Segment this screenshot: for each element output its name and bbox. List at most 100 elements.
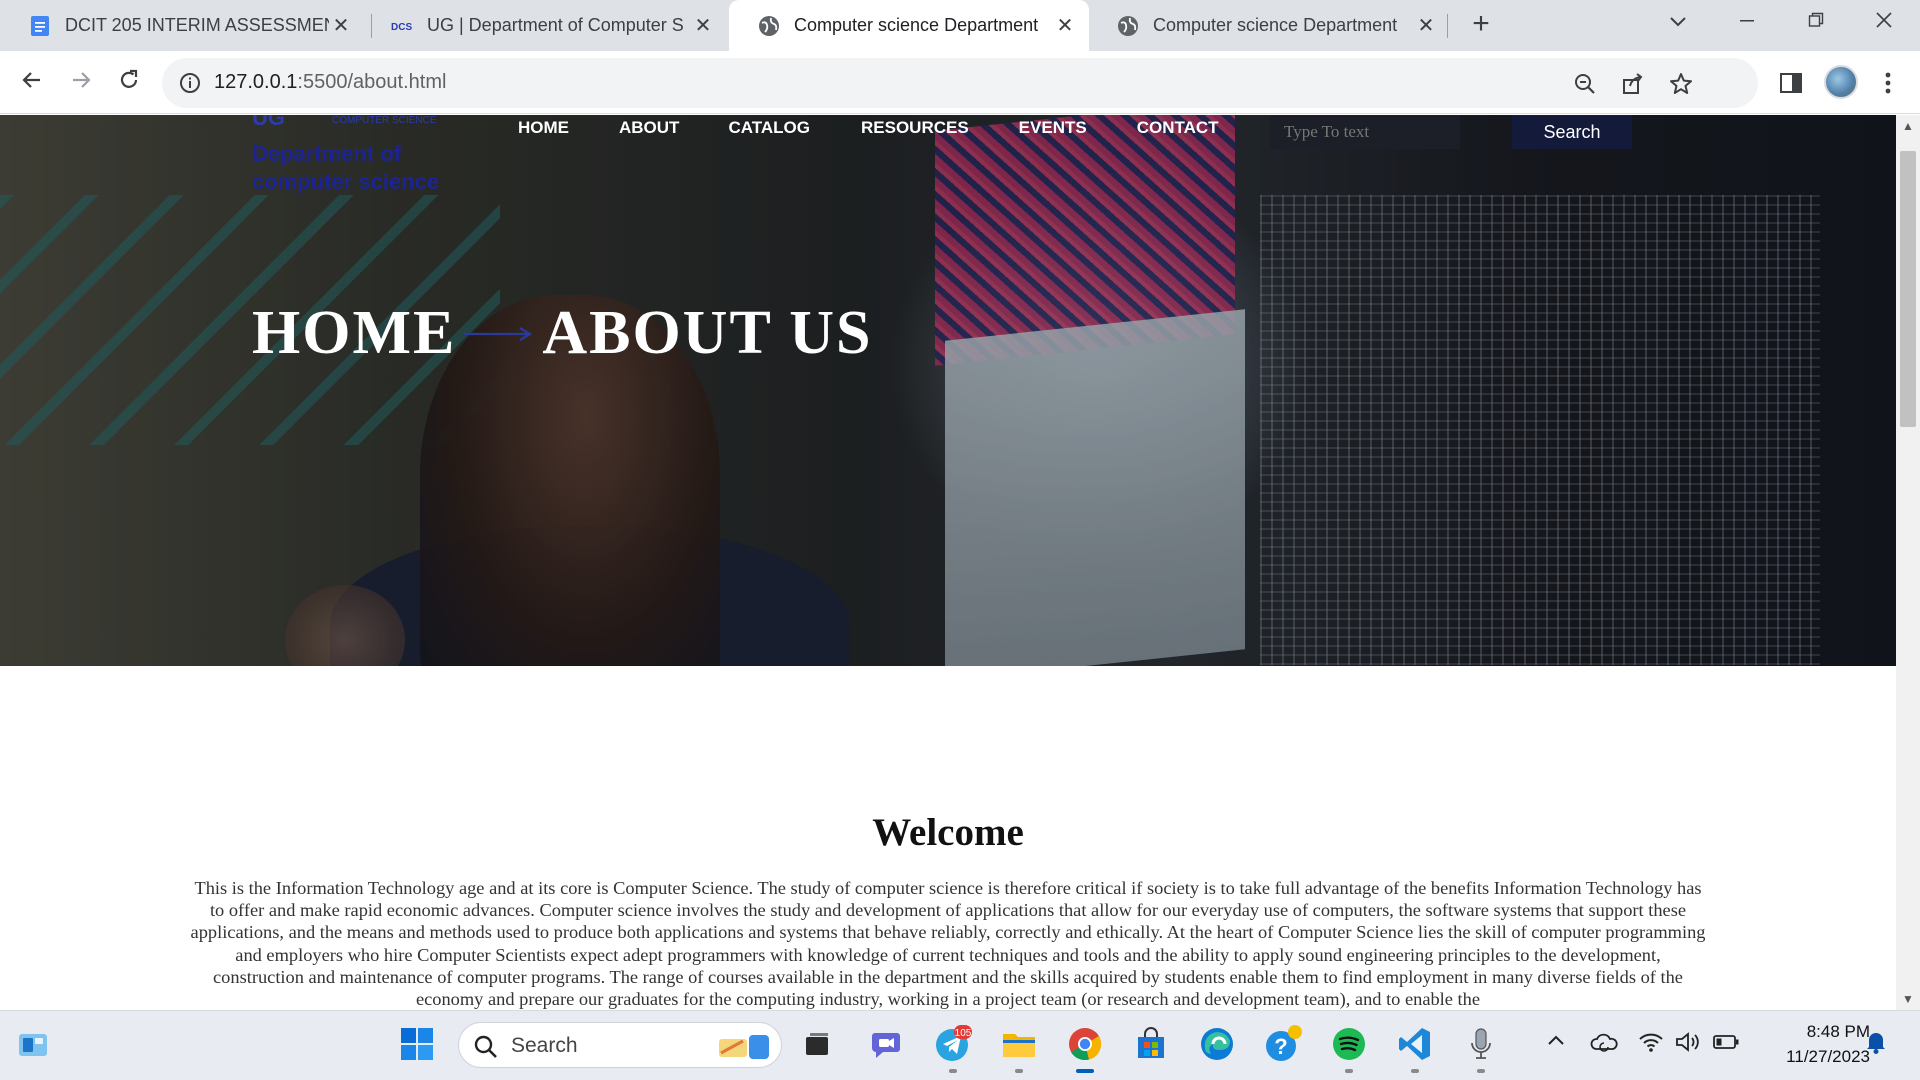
taskbar-search-label: Search: [511, 1034, 578, 1057]
telegram-badge: 105: [955, 1028, 972, 1039]
widgets-icon[interactable]: [12, 1023, 54, 1065]
breadcrumb-current: ABOUT US: [542, 299, 873, 367]
running-indicator: [1015, 1069, 1023, 1073]
tab-title: Computer science Department: [1153, 15, 1398, 35]
profile-avatar[interactable]: [1824, 65, 1858, 99]
tab-title: DCIT 205 INTERIM ASSESSMENT: [65, 15, 329, 35]
main-nav: HOME ABOUT CATALOG RESOURCES EVENTS CONT…: [518, 115, 1219, 143]
scrollbar-thumb[interactable]: [1900, 151, 1916, 427]
reload-icon: [120, 69, 138, 88]
site-search-input[interactable]: [1270, 115, 1460, 149]
browser-toolbar: 127.0.0.1:5500/about.html: [0, 51, 1920, 114]
help-icon[interactable]: ?: [1262, 1023, 1304, 1065]
notification-bell-icon[interactable]: [1864, 1029, 1888, 1061]
logo-department-name: Department of computer science: [252, 141, 440, 194]
microphone-icon[interactable]: [1460, 1023, 1502, 1073]
chevron-up-icon[interactable]: [1546, 1031, 1566, 1057]
share-icon[interactable]: [1620, 71, 1646, 97]
back-button[interactable]: [14, 65, 50, 101]
tab-search-chevron-icon[interactable]: [1650, 0, 1706, 44]
file-explorer-icon[interactable]: [998, 1023, 1040, 1073]
volume-icon[interactable]: [1674, 1031, 1702, 1059]
running-indicator: [1345, 1069, 1353, 1073]
clock-date: 11/27/2023: [1786, 1047, 1870, 1066]
welcome-heading: Welcome: [872, 811, 1024, 854]
running-indicator: [1477, 1069, 1485, 1073]
search-highlight-icon: [719, 1035, 769, 1059]
telegram-icon[interactable]: 105: [932, 1023, 974, 1073]
nav-resources[interactable]: RESOURCES: [861, 115, 969, 143]
nav-events[interactable]: EVENTS: [1019, 115, 1087, 143]
tab-divider: [1447, 14, 1448, 38]
close-window-icon[interactable]: [1856, 0, 1912, 44]
logo-mark: UG: [252, 115, 285, 130]
taskbar-search-box[interactable]: Search: [458, 1022, 782, 1068]
docs-icon: [28, 14, 52, 38]
vscode-icon[interactable]: [1394, 1023, 1436, 1073]
close-tab-icon[interactable]: ✕: [1414, 13, 1438, 38]
welcome-paragraph: This is the Information Technology age a…: [190, 878, 1706, 1010]
windows-start-icon[interactable]: [396, 1023, 438, 1065]
page-breadcrumb: HOME ABOUT US: [252, 298, 872, 369]
tab-computer-science[interactable]: Computer science Department ✕: [1088, 0, 1450, 51]
minimize-icon[interactable]: [1719, 0, 1775, 44]
clock-time: 8:48 PM: [1806, 1022, 1870, 1041]
page-scrollbar[interactable]: ▲ ▼: [1896, 115, 1920, 1010]
wifi-icon[interactable]: [1638, 1031, 1664, 1059]
logo-subtitle: COMPUTER SCIENCE: [332, 115, 437, 126]
battery-icon[interactable]: [1712, 1031, 1740, 1059]
running-indicator: [949, 1069, 957, 1073]
ug-icon: DCS: [390, 14, 414, 38]
tab-dcit205[interactable]: DCIT 205 INTERIM ASSESSMENT ✕: [0, 0, 365, 51]
reload-button[interactable]: [111, 65, 147, 101]
globe-icon: [757, 14, 781, 38]
zoom-icon[interactable]: [1572, 71, 1598, 97]
running-indicator: [1411, 1069, 1419, 1073]
site-info-icon[interactable]: [178, 71, 202, 95]
scroll-up-icon[interactable]: ▲: [1902, 119, 1914, 133]
url-path: :5500/about.html: [297, 71, 447, 93]
nav-catalog[interactable]: CATALOG: [728, 115, 810, 143]
forward-button[interactable]: [63, 65, 99, 101]
nav-about[interactable]: ABOUT: [619, 115, 679, 143]
breadcrumb-home[interactable]: HOME: [252, 298, 456, 369]
teams-chat-icon[interactable]: [865, 1023, 907, 1065]
tab-title: UG | Department of Computer S: [427, 15, 684, 35]
hero-banner: UG COMPUTER SCIENCE Department of comput…: [0, 115, 1896, 666]
forward-arrow-icon: [73, 72, 91, 88]
address-bar[interactable]: 127.0.0.1:5500/about.html: [162, 58, 1758, 108]
system-clock[interactable]: 8:48 PM 11/27/2023: [1750, 1019, 1870, 1069]
close-tab-icon[interactable]: ✕: [329, 13, 353, 38]
onedrive-icon[interactable]: [1589, 1031, 1619, 1059]
svg-text:DCS: DCS: [391, 22, 412, 33]
spotify-icon[interactable]: [1328, 1023, 1370, 1073]
globe-icon: [1116, 14, 1140, 38]
url-text[interactable]: 127.0.0.1:5500/about.html: [214, 71, 446, 94]
windows-taskbar: Search 105 ? 8:48 PM 11/27/2023: [0, 1010, 1920, 1080]
restore-icon[interactable]: [1788, 0, 1844, 44]
tab-ug-department[interactable]: DCS UG | Department of Computer S ✕: [362, 0, 727, 51]
site-search-button[interactable]: Search: [1512, 115, 1632, 149]
scroll-down-icon[interactable]: ▼: [1902, 992, 1914, 1006]
hero-overlay: [0, 115, 1896, 666]
new-tab-button[interactable]: +: [1463, 6, 1499, 42]
task-view-icon[interactable]: [796, 1023, 838, 1065]
search-icon: [474, 1035, 497, 1058]
url-host: 127.0.0.1: [214, 71, 298, 93]
nav-contact[interactable]: CONTACT: [1137, 115, 1219, 143]
microsoft-store-icon[interactable]: [1130, 1023, 1172, 1065]
bookmark-star-icon[interactable]: [1668, 71, 1694, 97]
tab-title: Computer science Department: [794, 15, 1039, 35]
arrow-right-icon: [464, 324, 542, 344]
svg-text:?: ?: [1274, 1034, 1287, 1059]
side-panel-icon[interactable]: [1777, 69, 1805, 97]
tab-computer-science-active[interactable]: Computer science Department ✕: [729, 0, 1089, 51]
more-menu-icon[interactable]: [1874, 69, 1902, 97]
active-indicator: [1076, 1069, 1094, 1073]
nav-home[interactable]: HOME: [518, 115, 569, 143]
edge-icon[interactable]: [1196, 1023, 1238, 1065]
back-arrow-icon: [22, 72, 40, 88]
close-tab-icon[interactable]: ✕: [691, 13, 715, 38]
close-tab-icon[interactable]: ✕: [1053, 13, 1077, 38]
chrome-icon[interactable]: [1064, 1023, 1106, 1073]
